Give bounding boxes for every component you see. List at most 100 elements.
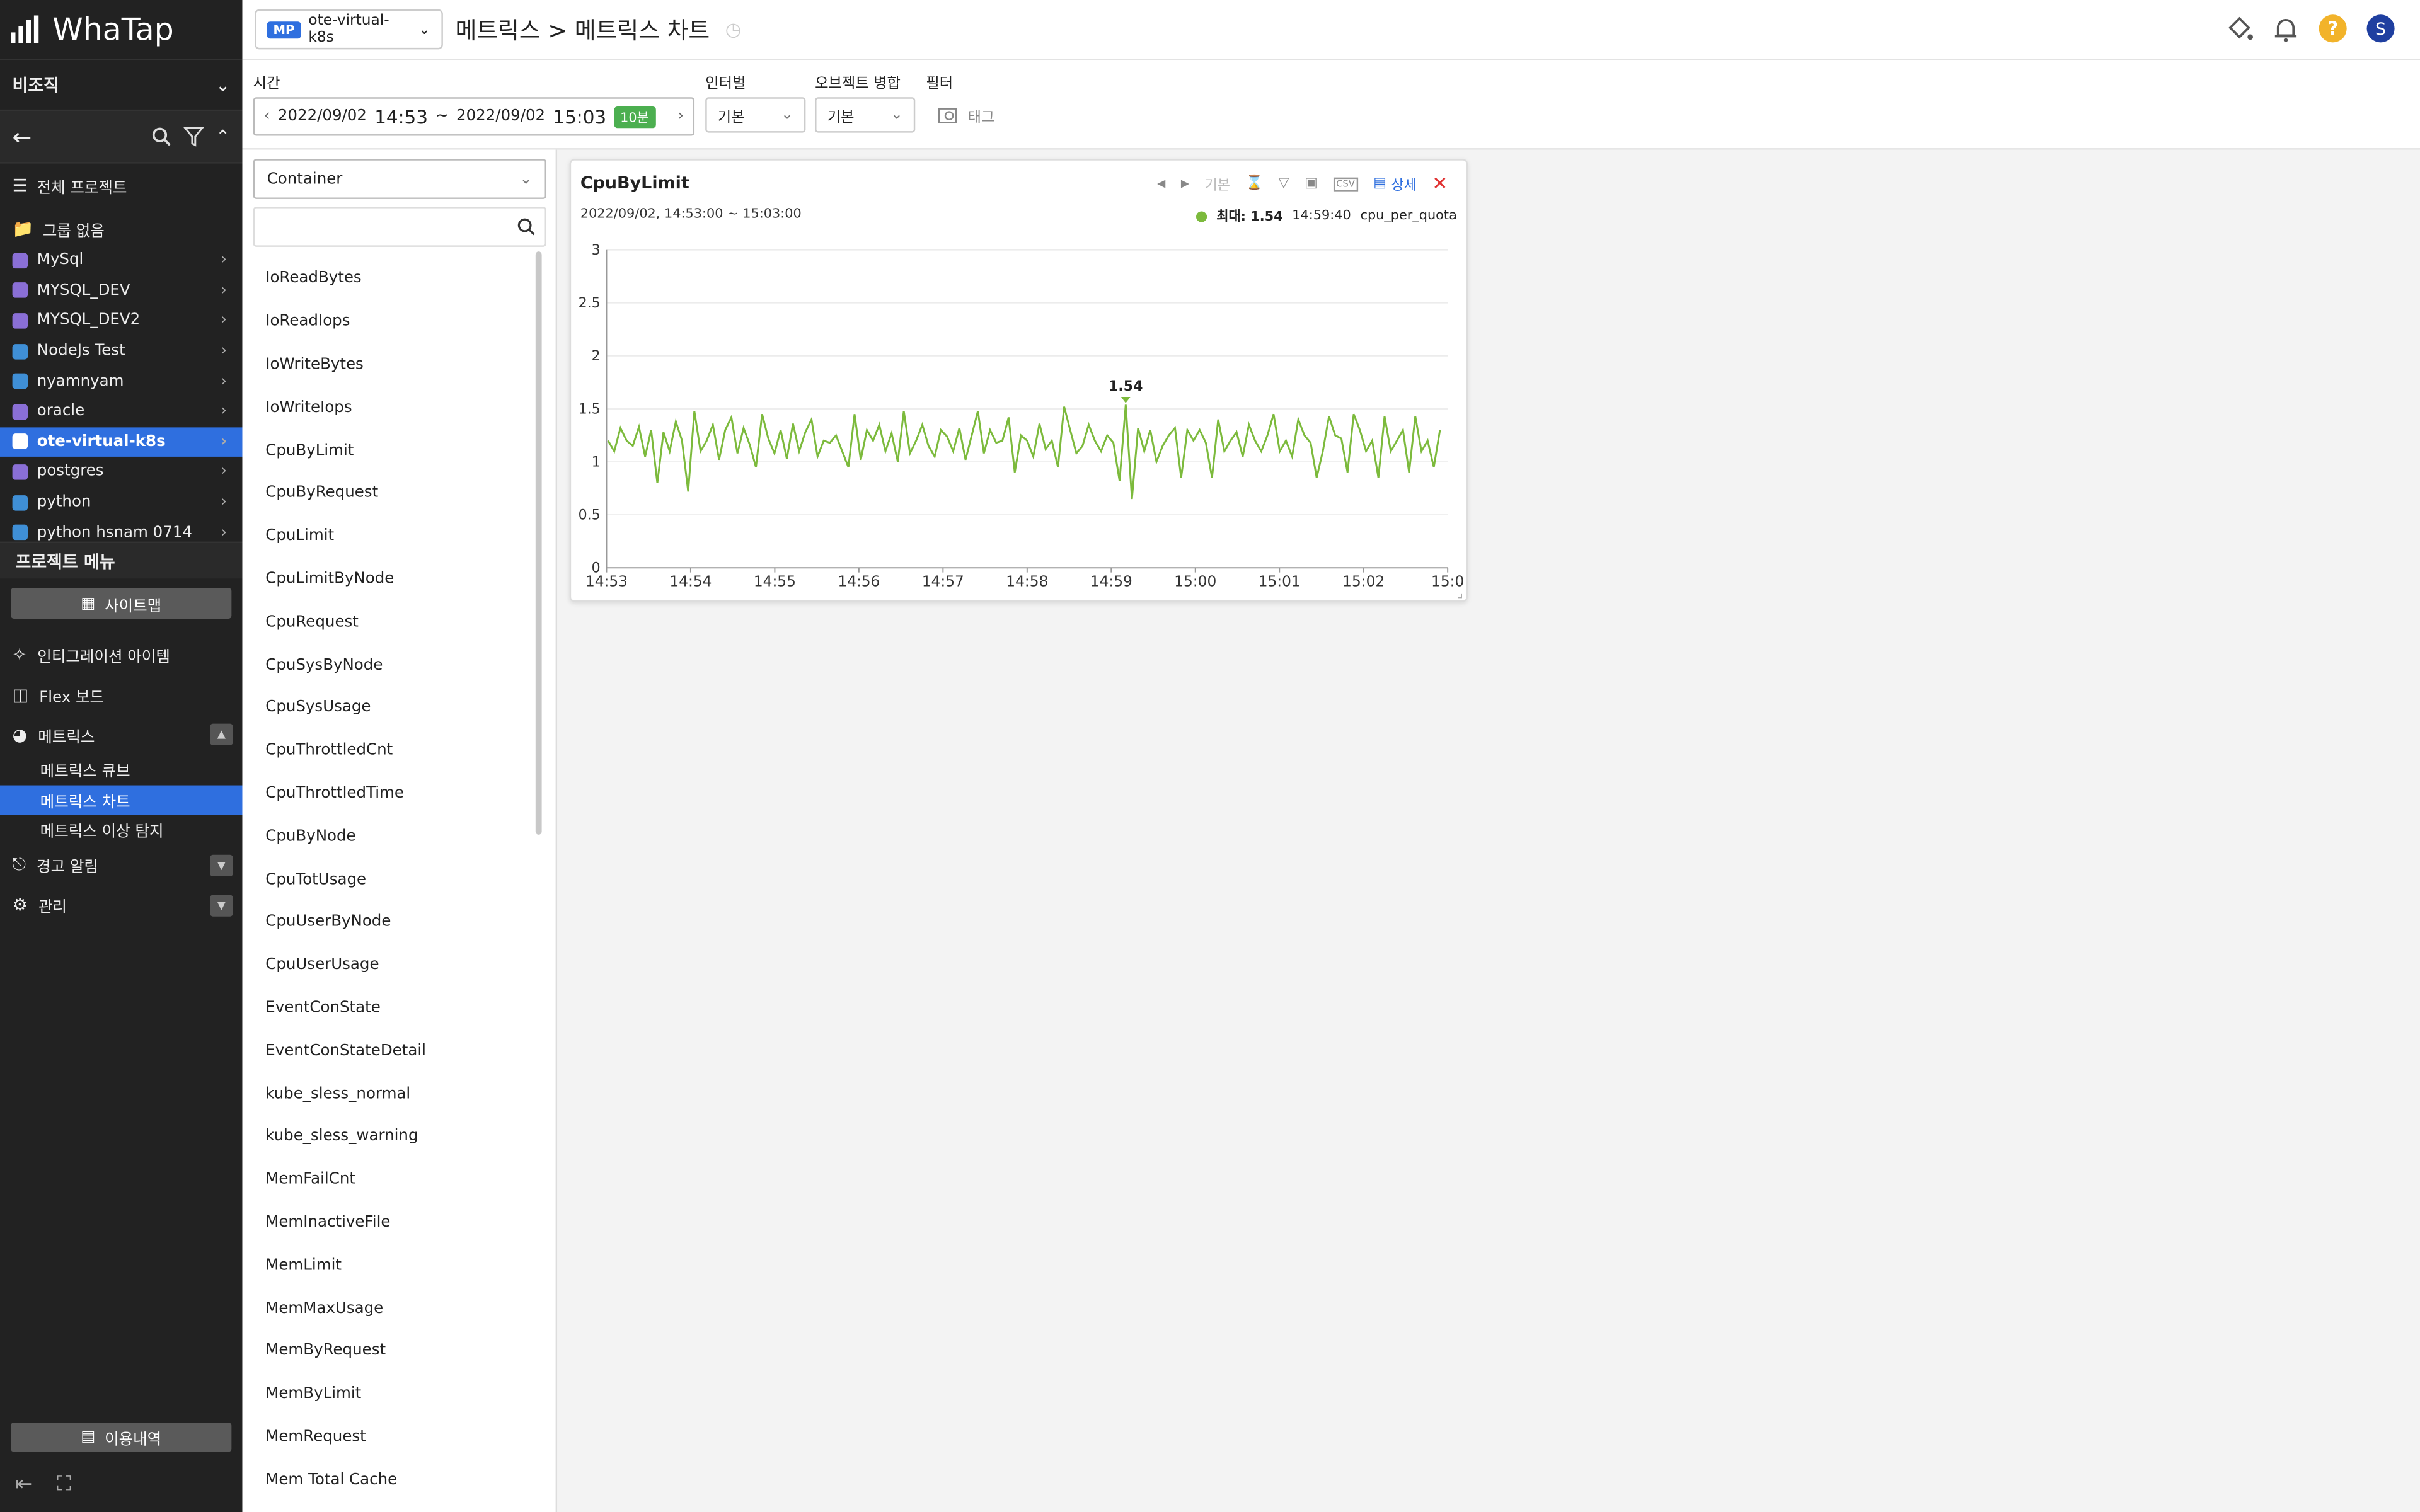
submenu-metrics-anomaly[interactable]: 메트릭스 이상 탐지 xyxy=(0,815,242,845)
scrollbar[interactable] xyxy=(535,251,542,835)
metric-list-item[interactable]: CpuThrottledTime xyxy=(253,772,531,815)
metric-list-item[interactable]: MemMaxUsage xyxy=(253,1287,531,1330)
sidebar-item-project[interactable]: nyamnyam › xyxy=(0,366,242,396)
search-icon[interactable] xyxy=(151,127,171,147)
menu-flex-board[interactable]: ◫ Flex 보드 xyxy=(0,674,242,714)
logo-text: WhaTap xyxy=(52,11,174,48)
svg-text:?: ? xyxy=(2327,18,2338,39)
close-icon[interactable]: ✕ xyxy=(1432,173,1448,194)
metric-list-item[interactable]: CpuByRequest xyxy=(253,472,531,515)
submenu-metrics-cube[interactable]: 메트릭스 큐브 xyxy=(0,755,242,785)
metric-search-input[interactable] xyxy=(253,207,546,247)
sidebar-item-project[interactable]: oracle › xyxy=(0,396,242,427)
expand-toggle[interactable]: ▼ xyxy=(210,894,233,917)
metric-list-item[interactable]: CpuTotUsage xyxy=(253,858,531,901)
hourglass-icon[interactable]: ⌛ xyxy=(1246,176,1263,191)
metric-list-item[interactable]: CpuUserByNode xyxy=(253,901,531,944)
chart-card: CpuByLimit ◀ ▶ 기본 ⌛ ▽ ▣ CSV ▤ 상세 ✕ 2022/… xyxy=(569,159,1468,602)
filter-icon[interactable] xyxy=(183,127,204,147)
metric-list-item[interactable]: kube_sless_normal xyxy=(253,1072,531,1115)
project-label: NodeJs Test xyxy=(37,342,125,360)
metric-list-item[interactable]: MemByLimit xyxy=(253,1373,531,1416)
camera-icon[interactable]: ▣ xyxy=(1305,176,1318,191)
default-mode-label[interactable]: 기본 xyxy=(1205,174,1231,193)
metric-list-item[interactable]: CpuSysUsage xyxy=(253,687,531,730)
filter-icon[interactable]: ▽ xyxy=(1279,176,1289,191)
metric-list-item[interactable]: CpuThrottledCnt xyxy=(253,730,531,772)
merge-select[interactable]: 기본 ⌄ xyxy=(815,97,916,133)
chevron-right-icon: › xyxy=(221,312,228,329)
metric-list-item[interactable]: CpuSysByNode xyxy=(253,644,531,687)
menu-manage[interactable]: ⚙ 관리 ▼ xyxy=(0,885,242,925)
line-chart[interactable]: 00.511.522.5314:53 14:54 14:55 14:56 14:57 14… xyxy=(571,231,1466,602)
back-arrow-icon[interactable]: ← xyxy=(13,123,32,151)
next-icon[interactable]: ▶ xyxy=(1181,178,1189,190)
prev-icon[interactable]: ◀ xyxy=(1157,178,1165,190)
metric-list-item[interactable]: IoWriteBytes xyxy=(253,343,531,386)
sidebar-item-project[interactable]: ☰ 전체 프로젝트 xyxy=(0,168,242,202)
sidebar-item-project[interactable]: NodeJs Test › xyxy=(0,336,242,366)
metric-list-item[interactable]: EventConState xyxy=(253,987,531,1029)
metric-list-item[interactable]: MemInactiveFile xyxy=(253,1201,531,1244)
help-icon[interactable]: ? xyxy=(2318,14,2348,43)
metric-list-item[interactable]: CpuRequest xyxy=(253,601,531,644)
chevron-up-icon[interactable]: ⌃ xyxy=(216,127,230,147)
org-selector[interactable]: 비조직 ⌄ xyxy=(0,59,243,112)
metric-list-item[interactable]: MemRequest xyxy=(253,1416,531,1458)
collapse-sidebar-icon[interactable]: ⇤ xyxy=(15,1474,32,1497)
project-selector[interactable]: MP ote-virtual-k8s ⌄ xyxy=(255,9,443,50)
csv-icon[interactable]: CSV xyxy=(1333,176,1358,191)
svg-text:S: S xyxy=(2375,20,2386,39)
time-range-picker[interactable]: ‹ 2022/09/02 14:53 ~ 2022/09/02 15:03 10… xyxy=(253,97,695,136)
bell-icon[interactable] xyxy=(2272,14,2300,42)
category-select[interactable]: Container ⌄ xyxy=(253,159,546,199)
sidebar-item-project[interactable]: python hsnam 0714 › xyxy=(0,517,242,541)
interval-select[interactable]: 기본 ⌄ xyxy=(705,97,806,133)
menu-integration[interactable]: ✧ 인티그레이션 아이템 xyxy=(0,634,242,675)
next-time-icon[interactable]: › xyxy=(677,108,684,125)
board-icon: ◫ xyxy=(12,684,29,704)
metric-list-item[interactable]: IoWriteIops xyxy=(253,386,531,429)
project-label: postgres xyxy=(37,463,104,481)
fullscreen-icon[interactable]: ⛶ xyxy=(57,1474,71,1497)
metric-list-item[interactable]: CpuLimit xyxy=(253,515,531,558)
collapse-toggle[interactable]: ▲ xyxy=(210,723,233,745)
metric-list-item[interactable]: CpuByLimit xyxy=(253,429,531,472)
menu-alert[interactable]: ⎋ 경고 알림 ▼ xyxy=(0,845,242,886)
sidebar-item-project[interactable]: ote-virtual-k8s › xyxy=(0,427,243,457)
metric-list-item[interactable]: CpuByNode xyxy=(253,815,531,858)
metric-list-item[interactable]: kube_sless_warning xyxy=(253,1115,531,1158)
project-menu-header: 프로젝트 메뉴 xyxy=(0,541,243,579)
sidebar-item-project[interactable]: MYSQL_DEV › xyxy=(0,275,242,306)
usage-button[interactable]: ▤ 이용내역 xyxy=(11,1422,232,1452)
detail-button[interactable]: ▤ 상세 xyxy=(1373,174,1417,193)
tag-filter-button[interactable]: 태그 xyxy=(938,105,994,127)
avatar[interactable]: S xyxy=(2366,14,2395,43)
metric-list-item[interactable]: EventConStateDetail xyxy=(253,1029,531,1072)
metric-list-item[interactable]: MemByRequest xyxy=(253,1330,531,1373)
sidebar-item-project[interactable]: postgres › xyxy=(0,457,242,487)
metric-list-item[interactable]: MemLimit xyxy=(253,1244,531,1287)
metric-list-item[interactable]: CpuUserUsage xyxy=(253,944,531,987)
metric-list-item[interactable]: MemFailCnt xyxy=(253,1159,531,1201)
paint-bucket-icon[interactable] xyxy=(2225,14,2254,42)
metric-list-item[interactable]: IoReadBytes xyxy=(253,258,531,301)
history-icon[interactable]: ◷ xyxy=(725,18,742,40)
submenu-metrics-chart[interactable]: 메트릭스 차트 xyxy=(0,784,243,815)
resize-handle-icon[interactable]: ⌟ xyxy=(1457,587,1463,600)
sidebar-item-project[interactable]: MySql › xyxy=(0,245,242,275)
chevron-down-icon: ⌄ xyxy=(418,21,431,38)
prev-time-icon[interactable]: ‹ xyxy=(264,108,270,125)
metric-list-item[interactable]: IoReadIops xyxy=(253,301,531,343)
sidebar-item-project[interactable]: MYSQL_DEV2 › xyxy=(0,306,242,336)
sitemap-button[interactable]: ▦ 사이트맵 xyxy=(11,588,232,619)
card-icon: ▤ xyxy=(81,1428,96,1446)
metric-list-item[interactable]: CpuLimitByNode xyxy=(253,558,531,601)
metric-list-item[interactable]: Mem Total Cache xyxy=(253,1458,531,1501)
metric-panel: Container ⌄ IoReadBytes IoReadIops IoWrite… xyxy=(242,149,558,1512)
menu-metrics[interactable]: ◕ 메트릭스 ▲ xyxy=(0,714,242,755)
sidebar-item-project[interactable]: 📁 그룹 없음 xyxy=(0,212,242,246)
expand-toggle[interactable]: ▼ xyxy=(210,854,233,876)
logo[interactable]: WhaTap xyxy=(0,0,242,59)
sidebar-item-project[interactable]: python › xyxy=(0,487,242,517)
